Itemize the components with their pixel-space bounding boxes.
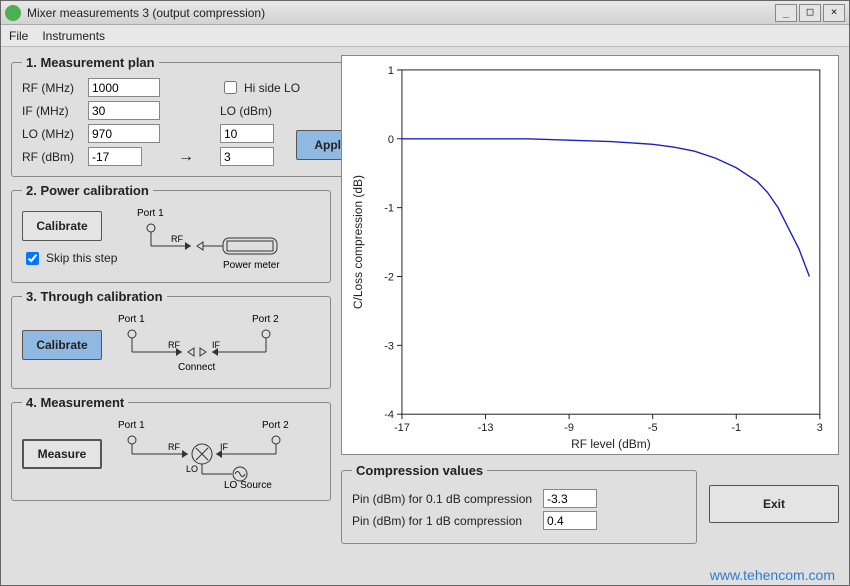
skip-step-input[interactable]: [26, 252, 39, 265]
hi-side-lo-label: Hi side LO: [244, 81, 300, 95]
measurement-diagram: Port 1 Port 2 RF IF: [112, 418, 320, 490]
maximize-button[interactable]: □: [799, 4, 821, 22]
measure-button[interactable]: Measure: [22, 439, 102, 469]
content: 1. Measurement plan RF (MHz) Hi side LO …: [1, 47, 849, 585]
port1-label: Port 1: [137, 208, 164, 219]
svg-text:-1: -1: [731, 422, 741, 434]
hi-side-lo-input[interactable]: [224, 81, 237, 94]
power-cal-diagram: Port 1 RF Power meter: [127, 206, 320, 272]
svg-text:1: 1: [388, 65, 394, 77]
svg-text:-2: -2: [384, 271, 394, 283]
if-mhz-input[interactable]: [88, 101, 160, 120]
menu-file[interactable]: File: [9, 29, 28, 43]
window-title: Mixer measurements 3 (output compression…: [27, 6, 775, 20]
through-calibrate-button[interactable]: Calibrate: [22, 330, 102, 360]
close-button[interactable]: ×: [823, 4, 845, 22]
svg-text:-9: -9: [564, 422, 574, 434]
svg-text:C/Loss compression (dB): C/Loss compression (dB): [351, 175, 365, 309]
compression-values-legend: Compression values: [352, 463, 487, 478]
svg-text:-3: -3: [384, 340, 394, 352]
svg-text:-4: -4: [384, 409, 394, 421]
lo-dbm-input[interactable]: [220, 124, 274, 143]
svg-text:RF: RF: [168, 442, 180, 452]
pin-01db-label: Pin (dBm) for 0.1 dB compression: [352, 492, 537, 506]
rf-mhz-input[interactable]: [88, 78, 160, 97]
power-calibrate-button[interactable]: Calibrate: [22, 211, 102, 241]
compression-plot: -17-13-9-5-13-4-3-2-101RF level (dBm)C/L…: [341, 55, 839, 455]
through-cal-diagram: Port 1 Port 2 RF IF: [112, 312, 320, 378]
svg-text:Port 2: Port 2: [262, 420, 289, 431]
if-mhz-label: IF (MHz): [22, 104, 80, 118]
svg-text:Power meter: Power meter: [223, 260, 280, 271]
measurement-group: 4. Measurement Measure Port 1 Port 2: [11, 395, 331, 501]
pin-01db-value[interactable]: [543, 489, 597, 508]
skip-step-checkbox[interactable]: Skip this step: [22, 249, 117, 268]
through-calibration-legend: 3. Through calibration: [22, 289, 167, 304]
rf-dbm-to-input[interactable]: [220, 147, 274, 166]
svg-text:0: 0: [388, 134, 394, 146]
rf-mhz-label: RF (MHz): [22, 81, 80, 95]
menu-instruments[interactable]: Instruments: [42, 29, 105, 43]
lo-mhz-label: LO (MHz): [22, 127, 80, 141]
compression-values-group: Compression values Pin (dBm) for 0.1 dB …: [341, 463, 697, 544]
through-calibration-group: 3. Through calibration Calibrate Port 1 …: [11, 289, 331, 389]
svg-text:RF: RF: [171, 234, 183, 244]
titlebar: Mixer measurements 3 (output compression…: [1, 1, 849, 25]
svg-text:-17: -17: [394, 422, 410, 434]
app-icon: [5, 5, 21, 21]
svg-text:RF level (dBm): RF level (dBm): [571, 437, 651, 451]
pin-1db-label: Pin (dBm) for 1 dB compression: [352, 514, 537, 528]
svg-text:IF: IF: [212, 340, 221, 350]
svg-text:3: 3: [817, 422, 823, 434]
lo-mhz-input[interactable]: [88, 124, 160, 143]
svg-text:Connect: Connect: [178, 362, 215, 373]
svg-text:-13: -13: [478, 422, 494, 434]
pin-1db-value[interactable]: [543, 511, 597, 530]
left-column: 1. Measurement plan RF (MHz) Hi side LO …: [11, 55, 331, 581]
menubar: File Instruments: [1, 25, 849, 47]
right-column: -17-13-9-5-13-4-3-2-101RF level (dBm)C/L…: [341, 55, 839, 581]
svg-text:RF: RF: [168, 340, 180, 350]
svg-text:-1: -1: [384, 203, 394, 215]
svg-text:Port 2: Port 2: [252, 314, 279, 325]
rf-dbm-label: RF (dBm): [22, 150, 80, 164]
exit-button[interactable]: Exit: [709, 485, 839, 523]
power-calibration-group: 2. Power calibration Calibrate Skip this…: [11, 183, 331, 283]
rf-dbm-from-input[interactable]: [88, 147, 142, 166]
skip-step-label: Skip this step: [46, 251, 117, 265]
svg-text:LO Source: LO Source: [224, 480, 272, 490]
arrow-right-icon: →: [174, 149, 214, 165]
minimize-button[interactable]: _: [775, 4, 797, 22]
svg-text:-5: -5: [648, 422, 658, 434]
measurement-legend: 4. Measurement: [22, 395, 128, 410]
power-calibration-legend: 2. Power calibration: [22, 183, 153, 198]
measurement-plan-group: 1. Measurement plan RF (MHz) Hi side LO …: [11, 55, 385, 177]
measurement-plan-legend: 1. Measurement plan: [22, 55, 159, 70]
watermark: www.tehencom.com: [710, 567, 835, 583]
app-window: Mixer measurements 3 (output compression…: [0, 0, 850, 586]
svg-text:LO: LO: [186, 464, 198, 474]
svg-text:Port 1: Port 1: [118, 420, 145, 431]
svg-text:Port 1: Port 1: [118, 314, 145, 325]
